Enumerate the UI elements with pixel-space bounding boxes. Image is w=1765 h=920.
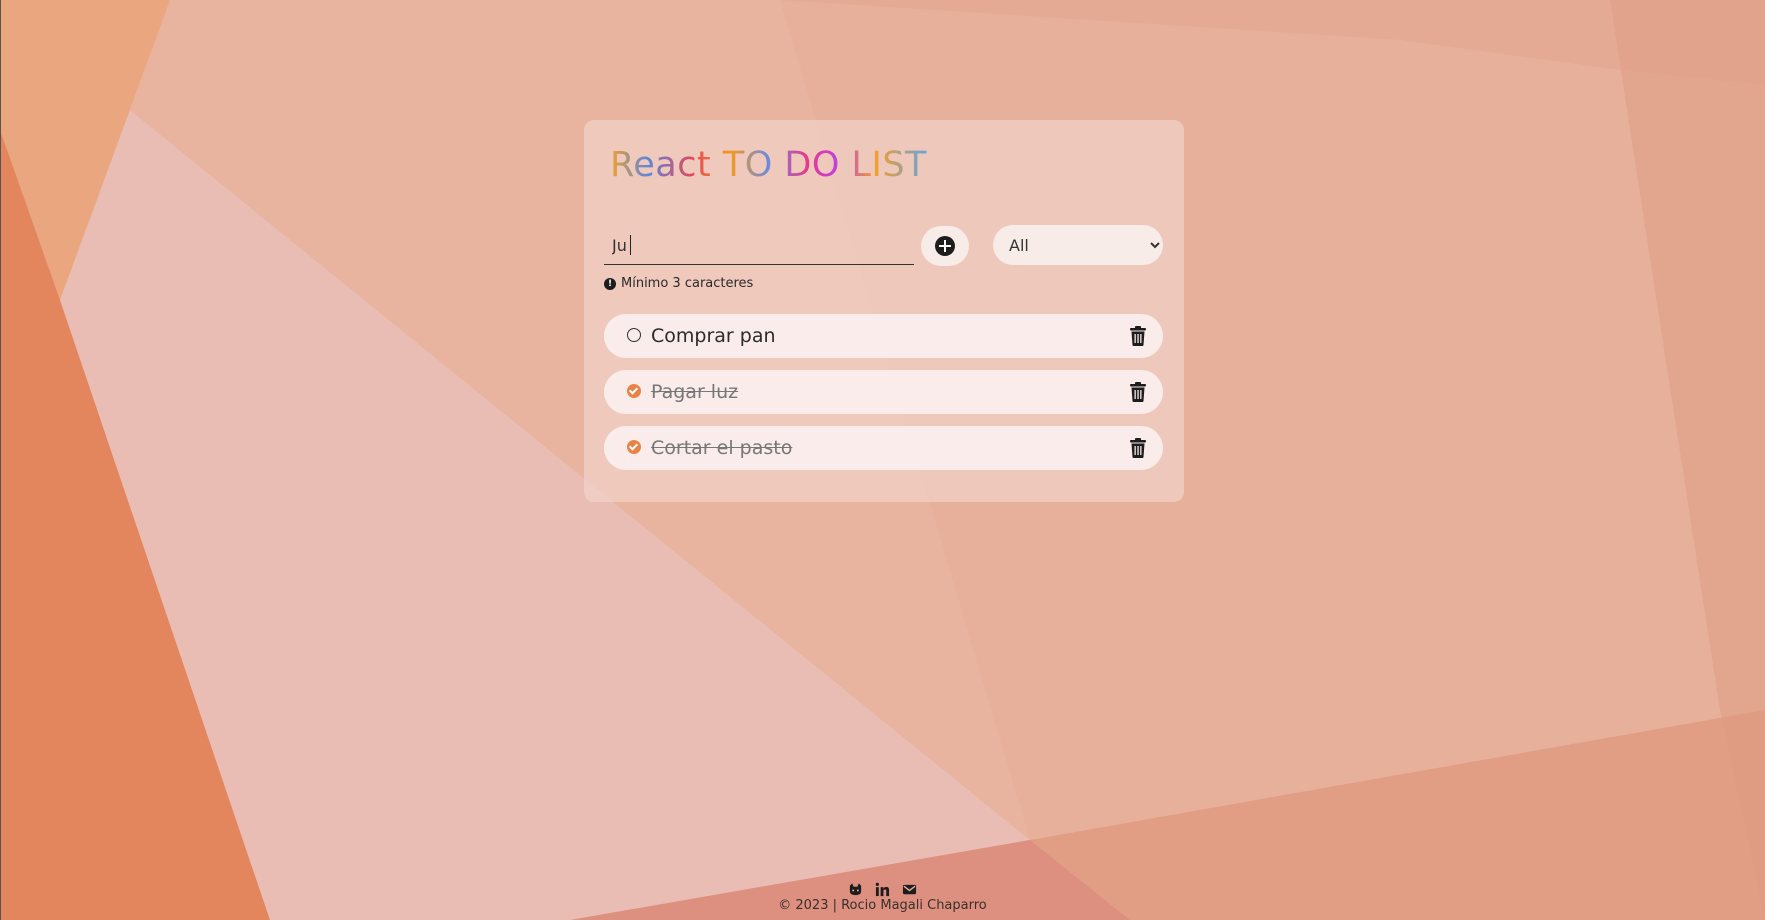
- footer: © 2023 | Rocio Magali Chaparro: [0, 882, 1765, 913]
- mail-icon: [902, 884, 917, 895]
- plus-circle-icon: [935, 236, 955, 256]
- todo-label: Comprar pan: [651, 325, 776, 347]
- filter-select[interactable]: All: [993, 225, 1163, 265]
- text-caret: [630, 235, 631, 255]
- todo-item: Cortar el pasto: [604, 426, 1163, 470]
- trash-icon: [1130, 326, 1146, 346]
- task-input[interactable]: [604, 226, 904, 262]
- linkedin-link[interactable]: [875, 882, 890, 897]
- delete-todo-button[interactable]: [1129, 438, 1147, 458]
- copyright-text: © 2023 | Rocio Magali Chaparro: [778, 898, 987, 913]
- delete-todo-button[interactable]: [1129, 326, 1147, 346]
- linkedin-icon: [875, 882, 890, 897]
- task-input-wrapper: [604, 226, 914, 265]
- add-task-button[interactable]: [921, 226, 969, 266]
- circle-checked-icon[interactable]: [627, 440, 641, 454]
- circle-checked-icon[interactable]: [627, 384, 641, 398]
- social-links: [0, 882, 1765, 897]
- trash-icon: [1130, 438, 1146, 458]
- todo-label: Cortar el pasto: [651, 437, 793, 459]
- github-link[interactable]: [848, 882, 863, 897]
- trash-icon: [1130, 382, 1146, 402]
- github-icon: [849, 883, 862, 896]
- todo-label: Pagar luz: [651, 381, 739, 403]
- todo-item: Comprar pan: [604, 314, 1163, 358]
- validation-text: Mínimo 3 caracteres: [621, 276, 754, 291]
- mail-link[interactable]: [902, 882, 917, 897]
- todo-item: Pagar luz: [604, 370, 1163, 414]
- exclamation-circle-icon: !: [604, 277, 616, 290]
- window-edge: [0, 0, 1, 920]
- delete-todo-button[interactable]: [1129, 382, 1147, 402]
- circle-unchecked-icon[interactable]: [627, 328, 641, 342]
- validation-message: ! Mínimo 3 caracteres: [604, 276, 753, 291]
- app-title: React TO DO LIST: [610, 145, 927, 185]
- todo-card: React TO DO LIST All ! Mínimo 3 caracter…: [584, 120, 1184, 502]
